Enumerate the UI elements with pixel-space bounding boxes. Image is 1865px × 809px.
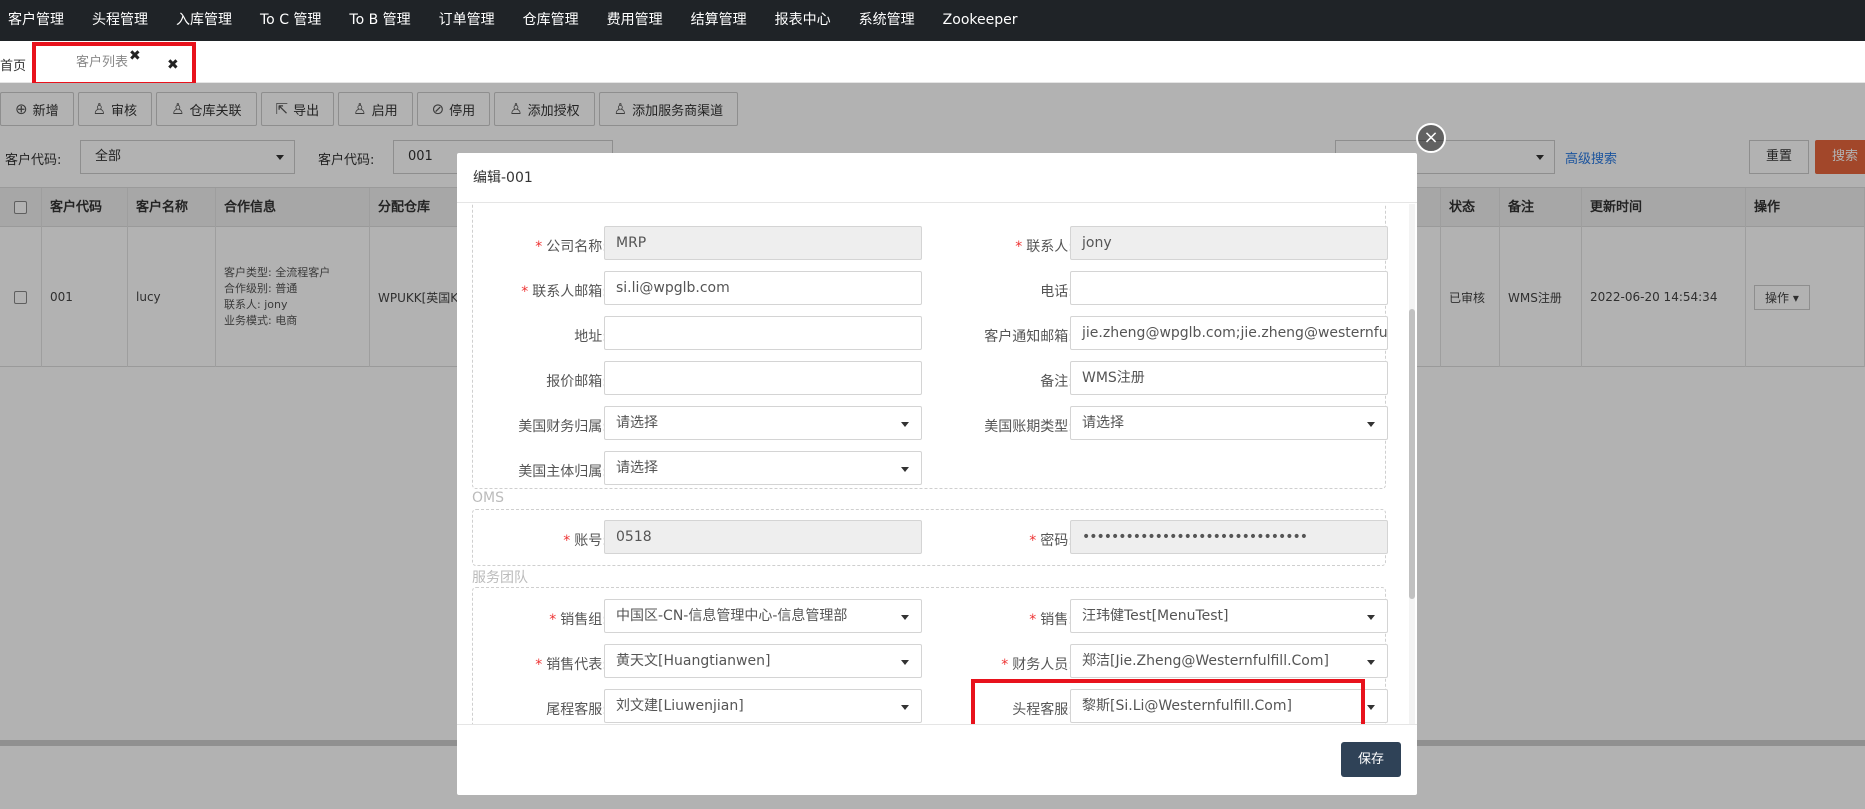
password-input[interactable]: •••••••••••••••••••••••••••••••	[1070, 520, 1388, 554]
chevron-down-icon	[1367, 422, 1375, 427]
nav-inbound-mgmt[interactable]: 入库管理	[162, 0, 246, 41]
nav-settlement-mgmt[interactable]: 结算管理	[677, 0, 761, 41]
us-finance-select-value: 请选择	[616, 415, 658, 431]
address-label: 地址:	[574, 329, 607, 345]
remark-label: 备注:	[1040, 374, 1073, 390]
chevron-down-icon	[901, 705, 909, 710]
us-period-select[interactable]: 请选择	[1070, 406, 1388, 440]
nav-zookeeper[interactable]: Zookeeper	[929, 0, 1032, 41]
chevron-down-icon	[901, 660, 909, 665]
tab-home[interactable]: 首页	[0, 55, 26, 74]
nav-order-mgmt[interactable]: 订单管理	[425, 0, 509, 41]
save-button[interactable]: 保存	[1341, 742, 1401, 777]
us-finance-label: 美国财务归属:	[518, 419, 607, 435]
notify-email-label: 客户通知邮箱:	[984, 329, 1073, 345]
contact-label: * 联系人:	[1015, 239, 1073, 255]
tail-cs-label: 尾程客服:	[546, 702, 607, 718]
notify-email-input[interactable]: jie.zheng@wpglb.com;jie.zheng@westernful	[1070, 316, 1388, 350]
sales-label: * 销售:	[1029, 612, 1073, 628]
us-period-select-value: 请选择	[1082, 415, 1124, 431]
oms-legend: OMS	[472, 490, 504, 506]
nav-fee-mgmt[interactable]: 费用管理	[593, 0, 677, 41]
nav-report-center[interactable]: 报表中心	[761, 0, 845, 41]
highlight-box-head-cs	[971, 679, 1365, 724]
phone-label: 电话:	[1040, 284, 1073, 300]
nav-customer-mgmt[interactable]: 客户管理	[0, 0, 78, 41]
modal-title: 编辑-001	[457, 153, 1417, 203]
sales-select[interactable]: 汪玮健Test[MenuTest]	[1070, 599, 1388, 633]
edit-customer-modal: 编辑-001 * 公司名称: MRP * 联系人: jony * 联系人邮箱: si.…	[457, 153, 1417, 795]
modal-scrollbar[interactable]	[1409, 204, 1415, 724]
phone-input[interactable]	[1070, 271, 1388, 305]
nav-warehouse-mgmt[interactable]: 仓库管理	[509, 0, 593, 41]
nav-system-mgmt[interactable]: 系统管理	[845, 0, 929, 41]
modal-footer: 保存	[457, 724, 1417, 795]
account-label: * 账号:	[563, 533, 607, 549]
tail-cs-select-value: 刘文建[Liuwenjian]	[616, 698, 744, 714]
sales-group-select-value: 中国区-CN-信息管理中心-信息管理部	[616, 608, 848, 624]
sales-rep-select-value: 黄天文[Huangtianwen]	[616, 653, 771, 669]
password-label: * 密码:	[1029, 533, 1073, 549]
company-name-input[interactable]: MRP	[604, 226, 922, 260]
chevron-down-icon	[1367, 660, 1375, 665]
company-name-label: * 公司名称:	[535, 239, 607, 255]
modal-close-icon[interactable]: ×	[1416, 123, 1446, 153]
sales-select-value: 汪玮健Test[MenuTest]	[1082, 608, 1229, 624]
highlight-box-tab	[32, 42, 196, 86]
finance-select-value: 郑洁[Jie.Zheng@Westernfulfill.Com]	[1082, 653, 1329, 669]
contact-input[interactable]: jony	[1070, 226, 1388, 260]
chevron-down-icon	[901, 422, 909, 427]
quote-email-label: 报价邮箱:	[546, 374, 607, 390]
top-nav: 客户管理 头程管理 入库管理 To C 管理 To B 管理 订单管理 仓库管理…	[0, 0, 1865, 41]
contact-email-input[interactable]: si.li@wpglb.com	[604, 271, 922, 305]
contact-email-label: * 联系人邮箱:	[521, 284, 607, 300]
us-finance-select[interactable]: 请选择	[604, 406, 922, 440]
chevron-down-icon	[1367, 705, 1375, 710]
remark-input[interactable]: WMS注册	[1070, 361, 1388, 395]
quote-email-input[interactable]	[604, 361, 922, 395]
nav-tob-mgmt[interactable]: To B 管理	[335, 0, 424, 41]
tab-bar: 首页 客户列表 ✖ ✖	[0, 41, 1865, 83]
us-entity-select[interactable]: 请选择	[604, 451, 922, 485]
sales-rep-select[interactable]: 黄天文[Huangtianwen]	[604, 644, 922, 678]
service-team-legend: 服务团队	[472, 570, 528, 586]
sales-group-select[interactable]: 中国区-CN-信息管理中心-信息管理部	[604, 599, 922, 633]
sales-rep-label: * 销售代表:	[535, 657, 607, 673]
finance-select[interactable]: 郑洁[Jie.Zheng@Westernfulfill.Com]	[1070, 644, 1388, 678]
modal-body: * 公司名称: MRP * 联系人: jony * 联系人邮箱: si.li@wpgl…	[457, 204, 1417, 724]
finance-label: * 财务人员:	[1001, 657, 1073, 673]
chevron-down-icon	[1367, 615, 1375, 620]
chevron-down-icon	[901, 467, 909, 472]
us-entity-label: 美国主体归属:	[518, 464, 607, 480]
us-entity-select-value: 请选择	[616, 460, 658, 476]
address-input[interactable]	[604, 316, 922, 350]
tail-cs-select[interactable]: 刘文建[Liuwenjian]	[604, 689, 922, 723]
chevron-down-icon	[901, 615, 909, 620]
account-input[interactable]: 0518	[604, 520, 922, 554]
us-period-label: 美国账期类型:	[984, 419, 1073, 435]
sales-group-label: * 销售组:	[549, 612, 607, 628]
modal-scrollbar-thumb[interactable]	[1409, 309, 1415, 599]
nav-toc-mgmt[interactable]: To C 管理	[246, 0, 335, 41]
nav-first-leg-mgmt[interactable]: 头程管理	[78, 0, 162, 41]
